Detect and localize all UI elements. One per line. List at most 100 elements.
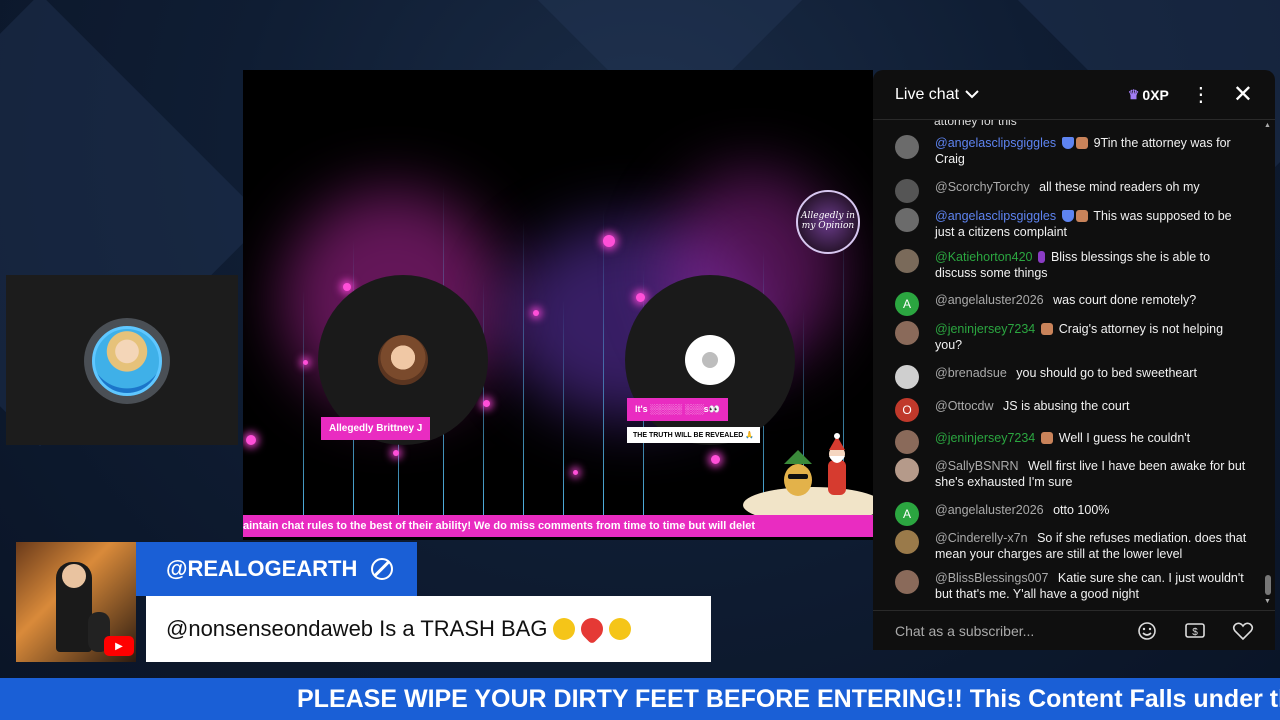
- avatar[interactable]: A: [895, 502, 919, 526]
- sparkle: [603, 235, 615, 247]
- scroll-down-icon[interactable]: ▼: [1264, 598, 1271, 605]
- chat-message: @ScorchyTorchy all these mind readers oh…: [895, 179, 1250, 203]
- chat-message: @Katiehorton420 Bliss blessings she is a…: [895, 249, 1250, 281]
- avatar[interactable]: [895, 570, 919, 594]
- author-name[interactable]: @brenadsue: [935, 366, 1007, 380]
- scrollbar-thumb[interactable]: [1265, 575, 1271, 595]
- chat-message: O @Ottocdw JS is abusing the court: [895, 398, 1250, 422]
- chat-message-body: @jeninjersey7234 Well I guess he couldn'…: [935, 430, 1190, 454]
- author-name[interactable]: @angelaluster2026: [935, 503, 1044, 517]
- author-name[interactable]: @SallyBSNRN: [935, 459, 1019, 473]
- sparkle: [573, 470, 578, 475]
- stream-rules-ticker: aintain chat rules to the best of their …: [243, 515, 873, 537]
- light-streak: [303, 290, 304, 520]
- author-name[interactable]: @BlissBlessings007: [935, 571, 1048, 585]
- chat-scrollbar[interactable]: ▲ ▼: [1264, 120, 1271, 610]
- sparkle: [246, 435, 256, 445]
- avatar[interactable]: [895, 179, 919, 203]
- avatar[interactable]: [895, 135, 919, 159]
- member-badge-icon: [1076, 210, 1089, 222]
- scroll-up-icon[interactable]: ▲: [1264, 122, 1271, 129]
- avatar[interactable]: [895, 458, 919, 482]
- chat-message: A @angelaluster2026 was court done remot…: [895, 292, 1250, 316]
- chat-message: @jeninjersey7234 Craig's attorney is not…: [895, 321, 1250, 353]
- chat-message-list[interactable]: attorney for this @angelasclipsgiggles 9…: [873, 120, 1275, 610]
- more-vert-icon[interactable]: ⋮: [1191, 85, 1211, 105]
- author-name[interactable]: @Katiehorton420: [935, 250, 1032, 264]
- svg-text:$: $: [1192, 627, 1198, 638]
- chat-message-body: @jeninjersey7234 Craig's attorney is not…: [935, 321, 1250, 353]
- sparkle: [636, 293, 645, 302]
- guest-1-avatar: [378, 335, 428, 385]
- author-name[interactable]: @angelasclipsgiggles: [935, 136, 1056, 150]
- host-avatar-image: [92, 326, 162, 396]
- host-avatar: [84, 318, 170, 404]
- moderator-badge-icon: [1062, 137, 1075, 149]
- light-streak: [563, 300, 564, 520]
- message-text: was court done remotely?: [1053, 293, 1197, 307]
- chat-message: @angelasclipsgiggles 9Tin the attorney w…: [895, 135, 1250, 167]
- moderator-badge-icon: [1062, 210, 1075, 222]
- light-streak: [523, 220, 524, 520]
- chat-message-body: @angelasclipsgiggles 9Tin the attorney w…: [935, 135, 1250, 167]
- channel-logo-badge: Allegedly in my Opinion: [796, 190, 860, 254]
- live-chat-panel: Live chat ♛ 0XP ⋮ ✕ attorney for this @a…: [873, 70, 1275, 650]
- laughing-emoji-icon: [553, 618, 576, 640]
- author-name[interactable]: @angelasclipsgiggles: [935, 209, 1056, 223]
- chat-message: @brenadsue you should go to bed sweethea…: [895, 365, 1250, 389]
- chat-input[interactable]: [895, 622, 1113, 639]
- xp-label: 0XP: [1142, 86, 1169, 103]
- featured-message-text: @nonsenseondaweb Is a TRASH BAG: [166, 616, 548, 641]
- member-badge-icon: [1076, 137, 1089, 149]
- author-name[interactable]: @angelaluster2026: [935, 293, 1044, 307]
- featured-user-image: ▶: [16, 542, 136, 662]
- stream-video: Allegedly Brittney J It's ░░░░░ ░░░s👀 TH…: [243, 70, 873, 540]
- sparkle: [303, 360, 308, 365]
- author-name[interactable]: @ScorchyTorchy: [935, 180, 1030, 194]
- author-name[interactable]: @Cinderelly-x7n: [935, 531, 1028, 545]
- sparkle: [343, 283, 351, 291]
- avatar[interactable]: [895, 249, 919, 273]
- red-heart-emoji-icon: [576, 613, 609, 645]
- santa-beach-illustration: [743, 433, 873, 520]
- chat-message-cutoff: attorney for this: [934, 120, 1017, 128]
- chat-message-body: @Katiehorton420 Bliss blessings she is a…: [935, 249, 1250, 281]
- chevron-down-icon[interactable]: [965, 88, 979, 102]
- gift-badge-icon: [1038, 251, 1046, 263]
- avatar[interactable]: A: [895, 292, 919, 316]
- kiss-emoji-icon: [609, 618, 632, 640]
- avatar[interactable]: [895, 365, 919, 389]
- chat-message-body: @angelasclipsgiggles This was supposed t…: [935, 208, 1250, 240]
- guest-1-name-tag: Allegedly Brittney J: [321, 417, 431, 440]
- emoji-icon[interactable]: [1133, 617, 1161, 645]
- author-name[interactable]: @jeninjersey7234: [935, 322, 1035, 336]
- message-text: JS is abusing the court: [1003, 399, 1130, 413]
- sparkle: [533, 310, 539, 316]
- chat-message-body: @BlissBlessings007 Katie sure she can. I…: [935, 570, 1250, 602]
- chat-mode-selector[interactable]: Live chat: [895, 86, 959, 104]
- bottom-ticker: PLEASE WIPE YOUR DIRTY FEET BEFORE ENTER…: [0, 678, 1280, 720]
- close-icon[interactable]: ✕: [1233, 82, 1253, 107]
- sparkle: [393, 450, 399, 456]
- message-text: Well I guess he couldn't: [1058, 431, 1191, 445]
- author-name[interactable]: @jeninjersey7234: [935, 431, 1035, 445]
- avatar[interactable]: [895, 530, 919, 554]
- author-name[interactable]: @Ottocdw: [935, 399, 994, 413]
- xp-button[interactable]: ♛ 0XP: [1128, 87, 1169, 103]
- avatar[interactable]: [895, 321, 919, 345]
- featured-username-bar: @REALOGEARTH: [136, 542, 417, 596]
- host-camera-tile: [6, 275, 238, 445]
- super-chat-icon[interactable]: $: [1181, 617, 1209, 645]
- sparkle: [483, 400, 490, 407]
- avatar[interactable]: [895, 430, 919, 454]
- chat-message: @jeninjersey7234 Well I guess he couldn'…: [895, 430, 1250, 454]
- avatar[interactable]: [895, 208, 919, 232]
- chat-message-body: @SallyBSNRN Well first live I have been …: [935, 458, 1250, 490]
- heart-icon[interactable]: [1229, 617, 1257, 645]
- light-streak: [603, 210, 604, 520]
- chat-message: A @angelaluster2026 otto 100%: [895, 502, 1250, 526]
- featured-username: @REALOGEARTH: [166, 556, 358, 581]
- chat-header: Live chat ♛ 0XP ⋮ ✕: [873, 70, 1275, 120]
- avatar[interactable]: O: [895, 398, 919, 422]
- featured-message-box: @nonsenseondaweb Is a TRASH BAG: [146, 596, 711, 662]
